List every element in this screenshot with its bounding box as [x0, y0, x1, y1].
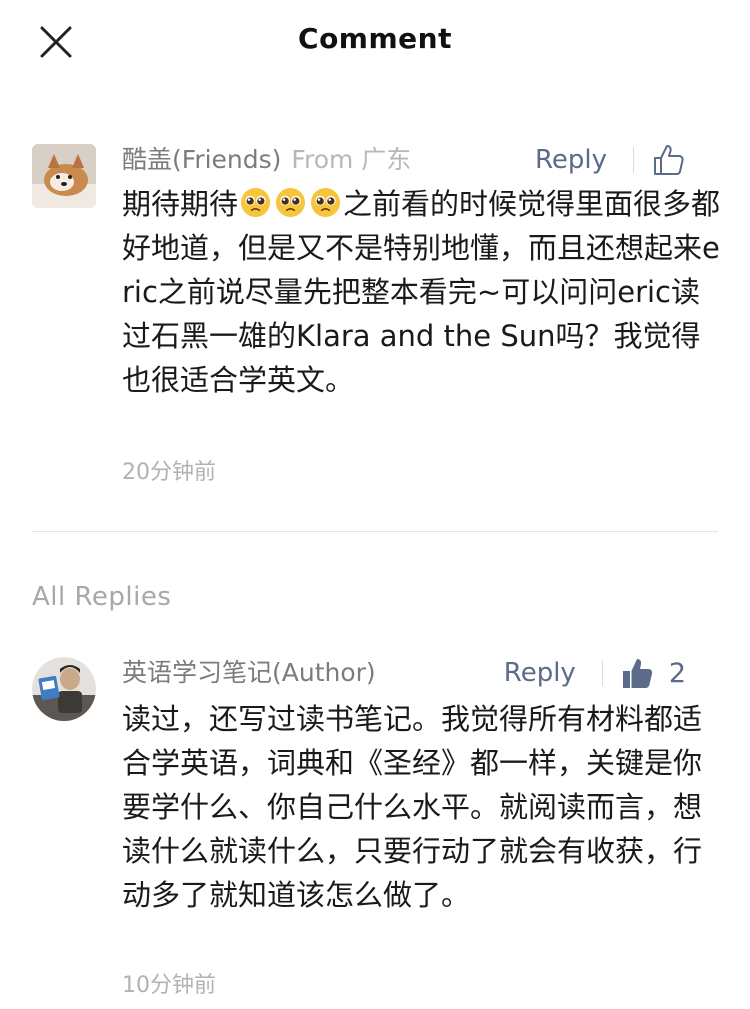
comment-author[interactable]: 酷盖(Friends) — [122, 145, 281, 174]
like-button[interactable]: 2 — [621, 656, 686, 690]
reply-time: 10分钟前 — [122, 973, 216, 998]
comment-time: 20分钟前 — [122, 460, 216, 485]
header-bar: Comment — [0, 0, 750, 82]
pleading-face-emoji — [240, 186, 271, 218]
comment-location: From 广东 — [291, 145, 412, 174]
comment-text: 期待期待 之前看的时候觉得里面很多都好地道，但是又不是特别地懂，而且还想起来eri… — [122, 182, 722, 402]
section-divider — [32, 531, 718, 532]
reply-actions: Reply 2 — [504, 653, 686, 693]
avatar[interactable] — [32, 144, 96, 208]
all-replies-label: All Replies — [32, 582, 172, 612]
like-button[interactable] — [652, 143, 686, 177]
pleading-face-emoji — [310, 186, 341, 218]
reply-meta: 英语学习笔记(Author) Reply 2 — [122, 653, 718, 693]
like-count: 2 — [668, 657, 686, 689]
reply-button[interactable]: Reply — [535, 145, 607, 175]
dog-avatar-image — [32, 144, 96, 208]
comment-text-part1: 期待期待 — [122, 187, 239, 221]
thumbs-up-outline-icon — [654, 145, 684, 175]
action-divider — [633, 147, 634, 173]
reply-text: 读过，还写过读书笔记。我觉得所有材料都适合学英语，词典和《圣经》都一样，关键是你… — [122, 702, 703, 912]
reply-button[interactable]: Reply — [504, 658, 576, 688]
pleading-face-emoji — [275, 186, 306, 218]
thumbs-up-filled-icon — [622, 659, 652, 688]
reply-author[interactable]: 英语学习笔记(Author) — [122, 658, 376, 687]
author-avatar-image — [32, 657, 96, 721]
avatar[interactable] — [32, 657, 96, 721]
comment-meta: 酷盖(Friends) From 广东 Reply — [122, 140, 718, 180]
action-divider — [601, 660, 603, 686]
comment-actions: Reply — [535, 140, 686, 180]
page-title: Comment — [298, 22, 452, 55]
